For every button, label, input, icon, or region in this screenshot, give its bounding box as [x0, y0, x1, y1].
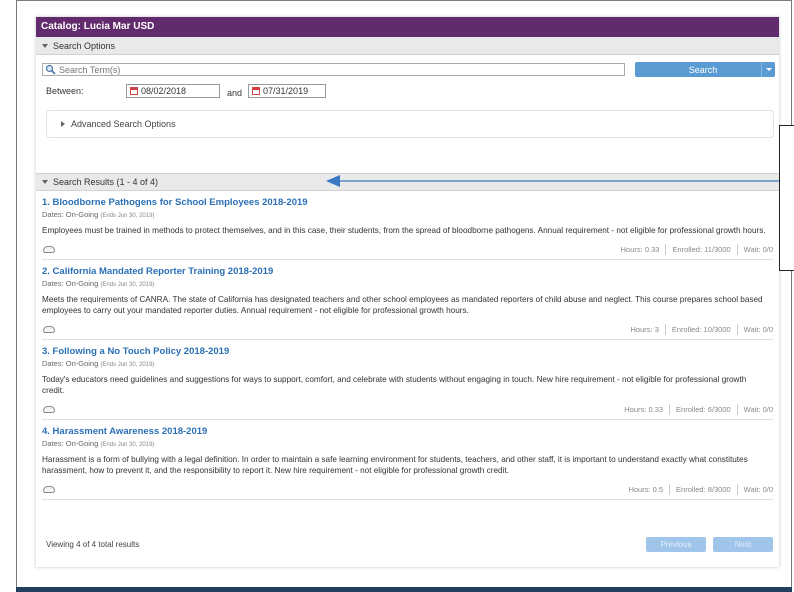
result-description: Employees must be trained in methods to … [42, 226, 766, 235]
previous-button[interactable]: Previous [646, 537, 706, 552]
divider [42, 259, 773, 260]
search-button-label: Search [688, 64, 718, 75]
advanced-search-toggle[interactable]: Advanced Search Options [46, 110, 774, 138]
results-list: 1. Bloodborne Pathogens for School Emplo… [36, 197, 779, 500]
enrolled-value: Enrolled: 6/3000 [676, 404, 731, 414]
result-title-link[interactable]: 4. Harassment Awareness 2018-2019 [42, 426, 773, 438]
divider [42, 419, 773, 420]
result-stats: Hours: 0.33 Enrolled: 6/3000 Wait: 0/0 [624, 403, 773, 415]
wait-value: Wait: 0/0 [743, 404, 773, 414]
chevron-right-icon [61, 121, 65, 127]
separator [665, 243, 667, 255]
enrolled-value: Enrolled: 10/3000 [671, 324, 731, 334]
search-dropdown-toggle[interactable] [761, 62, 775, 77]
and-label: and [227, 88, 243, 98]
cloud-icon [43, 485, 55, 493]
enrolled-value: Enrolled: 8/3000 [676, 484, 731, 494]
result-dates: Dates: On-Going (Ends Jun 30, 2019) [42, 278, 773, 291]
results-summary: Viewing 4 of 4 total results [46, 540, 140, 549]
result-title-link[interactable]: 3. Following a No Touch Policy 2018-2019 [42, 346, 773, 358]
result-dates: Dates: On-Going (Ends Jun 30, 2019) [42, 358, 773, 371]
search-field[interactable] [42, 63, 625, 76]
list-item: 2. California Mandated Reporter Training… [42, 266, 773, 340]
separator [736, 483, 738, 495]
cloud-icon [43, 245, 55, 253]
cloud-icon [43, 325, 55, 333]
date-range-row: Between: 08/02/2018 and 07/31/2019 [46, 84, 327, 98]
search-input[interactable] [56, 64, 616, 75]
divider [42, 339, 773, 340]
wait-value: Wait: 0/0 [743, 324, 773, 334]
hours-value: Hours: 0.33 [620, 244, 660, 254]
annotation-callout-box [779, 125, 794, 271]
list-item: 3. Following a No Touch Policy 2018-2019… [42, 346, 773, 420]
result-dates: Dates: On-Going (Ends Jun 30, 2019) [42, 438, 773, 451]
separator [736, 403, 738, 415]
search-options-body: Search Between: 08/02/2018 and 07/31/201… [36, 55, 779, 173]
dates-label: Dates: On-Going [42, 359, 99, 368]
calendar-icon[interactable] [252, 87, 261, 95]
result-footer: Hours: 3 Enrolled: 10/3000 Wait: 0/0 [42, 321, 773, 337]
catalog-panel: Catalog: Lucia Mar USD Search Options Se… [36, 17, 779, 567]
result-footer: Hours: 0.33 Enrolled: 11/3000 Wait: 0/0 [42, 241, 773, 257]
result-stats: Hours: 3 Enrolled: 10/3000 Wait: 0/0 [630, 323, 773, 335]
pager-buttons: Previous Next [646, 537, 773, 552]
ends-date: (Ends Jun 30, 2019) [100, 282, 155, 288]
search-icon [45, 64, 56, 75]
separator [664, 323, 666, 335]
result-footer: Hours: 0.33 Enrolled: 6/3000 Wait: 0/0 [42, 401, 773, 417]
separator [736, 323, 738, 335]
calendar-icon[interactable] [130, 87, 138, 95]
ends-date: (Ends Jun 30, 2019) [100, 362, 155, 368]
pagination: Viewing 4 of 4 total results Previous Ne… [36, 532, 779, 557]
divider [42, 499, 773, 500]
result-stats: Hours: 0.33 Enrolled: 11/3000 Wait: 0/0 [620, 243, 773, 255]
cloud-icon [43, 405, 55, 413]
start-date-field[interactable]: 08/02/2018 [126, 84, 220, 98]
end-date-value: 07/31/2019 [263, 86, 309, 96]
dates-label: Dates: On-Going [42, 279, 99, 288]
list-item: 1. Bloodborne Pathogens for School Emplo… [42, 197, 773, 260]
annotation-arrow [326, 175, 787, 187]
between-label: Between: [46, 86, 84, 96]
result-dates: Dates: On-Going (Ends Jun 30, 2019) [42, 209, 773, 222]
chevron-down-icon [42, 43, 48, 48]
bottom-bar [16, 587, 792, 592]
search-options-toggle[interactable]: Search Options [36, 37, 779, 55]
advanced-search-label: Advanced Search Options [71, 119, 176, 129]
list-item: 4. Harassment Awareness 2018-2019 Dates:… [42, 426, 773, 500]
start-date-value: 08/02/2018 [141, 86, 187, 96]
hours-value: Hours: 0.5 [628, 484, 664, 494]
result-description: Harassment is a form of bullying with a … [42, 455, 748, 475]
search-options-label: Search Options [53, 40, 116, 51]
hours-value: Hours: 0.33 [624, 404, 664, 414]
ends-date: (Ends Jun 30, 2019) [100, 442, 155, 448]
hours-value: Hours: 3 [630, 324, 659, 334]
search-results-label: Search Results (1 - 4 of 4) [53, 177, 159, 187]
catalog-title: Catalog: Lucia Mar USD [36, 17, 779, 37]
chevron-down-icon [765, 68, 772, 71]
separator [669, 483, 671, 495]
chevron-down-icon [42, 180, 48, 184]
result-description: Today's educators need guidelines and su… [42, 375, 747, 395]
result-title-link[interactable]: 2. California Mandated Reporter Training… [42, 266, 773, 278]
wait-value: Wait: 0/0 [743, 484, 773, 494]
end-date-field[interactable]: 07/31/2019 [248, 84, 327, 98]
result-stats: Hours: 0.5 Enrolled: 8/3000 Wait: 0/0 [628, 483, 773, 495]
result-footer: Hours: 0.5 Enrolled: 8/3000 Wait: 0/0 [42, 481, 773, 497]
ends-date: (Ends Jun 30, 2019) [100, 213, 155, 219]
dates-label: Dates: On-Going [42, 210, 99, 219]
next-button[interactable]: Next [713, 537, 773, 552]
result-description: Meets the requirements of CANRA. The sta… [42, 295, 763, 315]
dates-label: Dates: On-Going [42, 439, 99, 448]
wait-value: Wait: 0/0 [743, 244, 773, 254]
separator [736, 243, 738, 255]
search-button[interactable]: Search [635, 62, 775, 77]
separator [669, 403, 671, 415]
enrolled-value: Enrolled: 11/3000 [672, 244, 731, 254]
result-title-link[interactable]: 1. Bloodborne Pathogens for School Emplo… [42, 197, 773, 209]
